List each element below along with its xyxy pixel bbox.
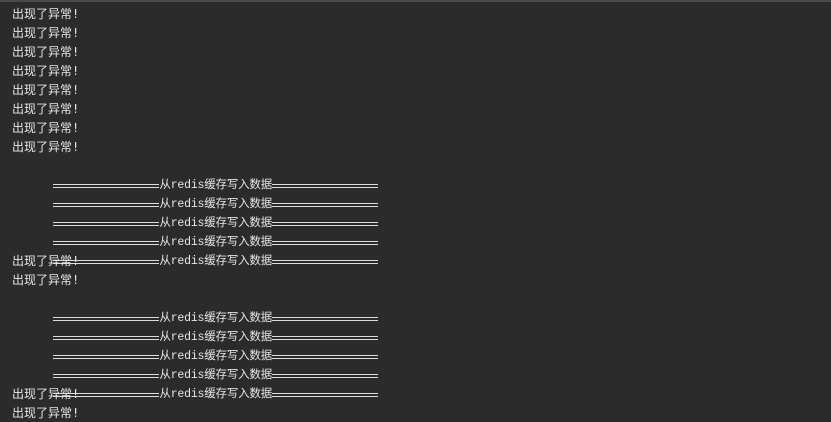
console-line-error: 出现了异常!	[12, 83, 80, 97]
console-line-error: 出现了异常!	[12, 102, 80, 116]
redis-message: 从redis缓存写入数据	[159, 255, 273, 268]
separator-rule-left	[53, 222, 160, 226]
separator-rule-right	[272, 393, 379, 397]
separator-rule-right	[272, 184, 379, 188]
redis-message: 从redis缓存写入数据	[159, 350, 273, 363]
separator-rule-left	[53, 355, 160, 359]
separator-rule-right	[272, 260, 379, 264]
separator-rule-left	[53, 336, 160, 340]
console-line-error: 出现了异常!	[12, 273, 80, 287]
separator-rule-right	[272, 336, 379, 340]
separator-rule-right	[272, 222, 379, 226]
redis-message: 从redis缓存写入数据	[159, 388, 273, 401]
console-line-error: 出现了异常!	[12, 406, 80, 420]
redis-message: 从redis缓存写入数据	[159, 369, 273, 382]
redis-message: 从redis缓存写入数据	[159, 198, 273, 211]
console-line-redis: 从redis缓存写入数据	[12, 157, 379, 192]
redis-message: 从redis缓存写入数据	[159, 236, 273, 249]
separator-rule-left	[53, 374, 160, 378]
console-line-error: 出现了异常!	[12, 140, 80, 154]
console-output-panel[interactable]: 出现了异常! 出现了异常! 出现了异常! 出现了异常! 出现了异常! 出现了异常…	[0, 0, 831, 422]
separator-rule-left	[53, 317, 160, 321]
console-lines: 出现了异常! 出现了异常! 出现了异常! 出现了异常! 出现了异常! 出现了异常…	[12, 5, 379, 422]
redis-message: 从redis缓存写入数据	[159, 312, 273, 325]
console-line-error: 出现了异常!	[12, 45, 80, 59]
console-line-error: 出现了异常!	[12, 7, 80, 21]
console-line-error: 出现了异常!	[12, 64, 80, 78]
redis-message: 从redis缓存写入数据	[159, 217, 273, 230]
redis-message: 从redis缓存写入数据	[159, 331, 273, 344]
separator-rule-right	[272, 374, 379, 378]
console-line-error: 出现了异常!	[12, 26, 80, 40]
separator-rule-right	[272, 241, 379, 245]
separator-rule-left	[53, 184, 160, 188]
separator-rule-left	[53, 241, 160, 245]
separator-rule-left	[53, 203, 160, 207]
console-line-error: 出现了异常!	[12, 121, 80, 135]
separator-rule-right	[272, 203, 379, 207]
console-line-redis: 从redis缓存写入数据	[12, 290, 379, 325]
redis-message: 从redis缓存写入数据	[159, 179, 273, 192]
separator-rule-right	[272, 355, 379, 359]
separator-rule-right	[272, 317, 379, 321]
